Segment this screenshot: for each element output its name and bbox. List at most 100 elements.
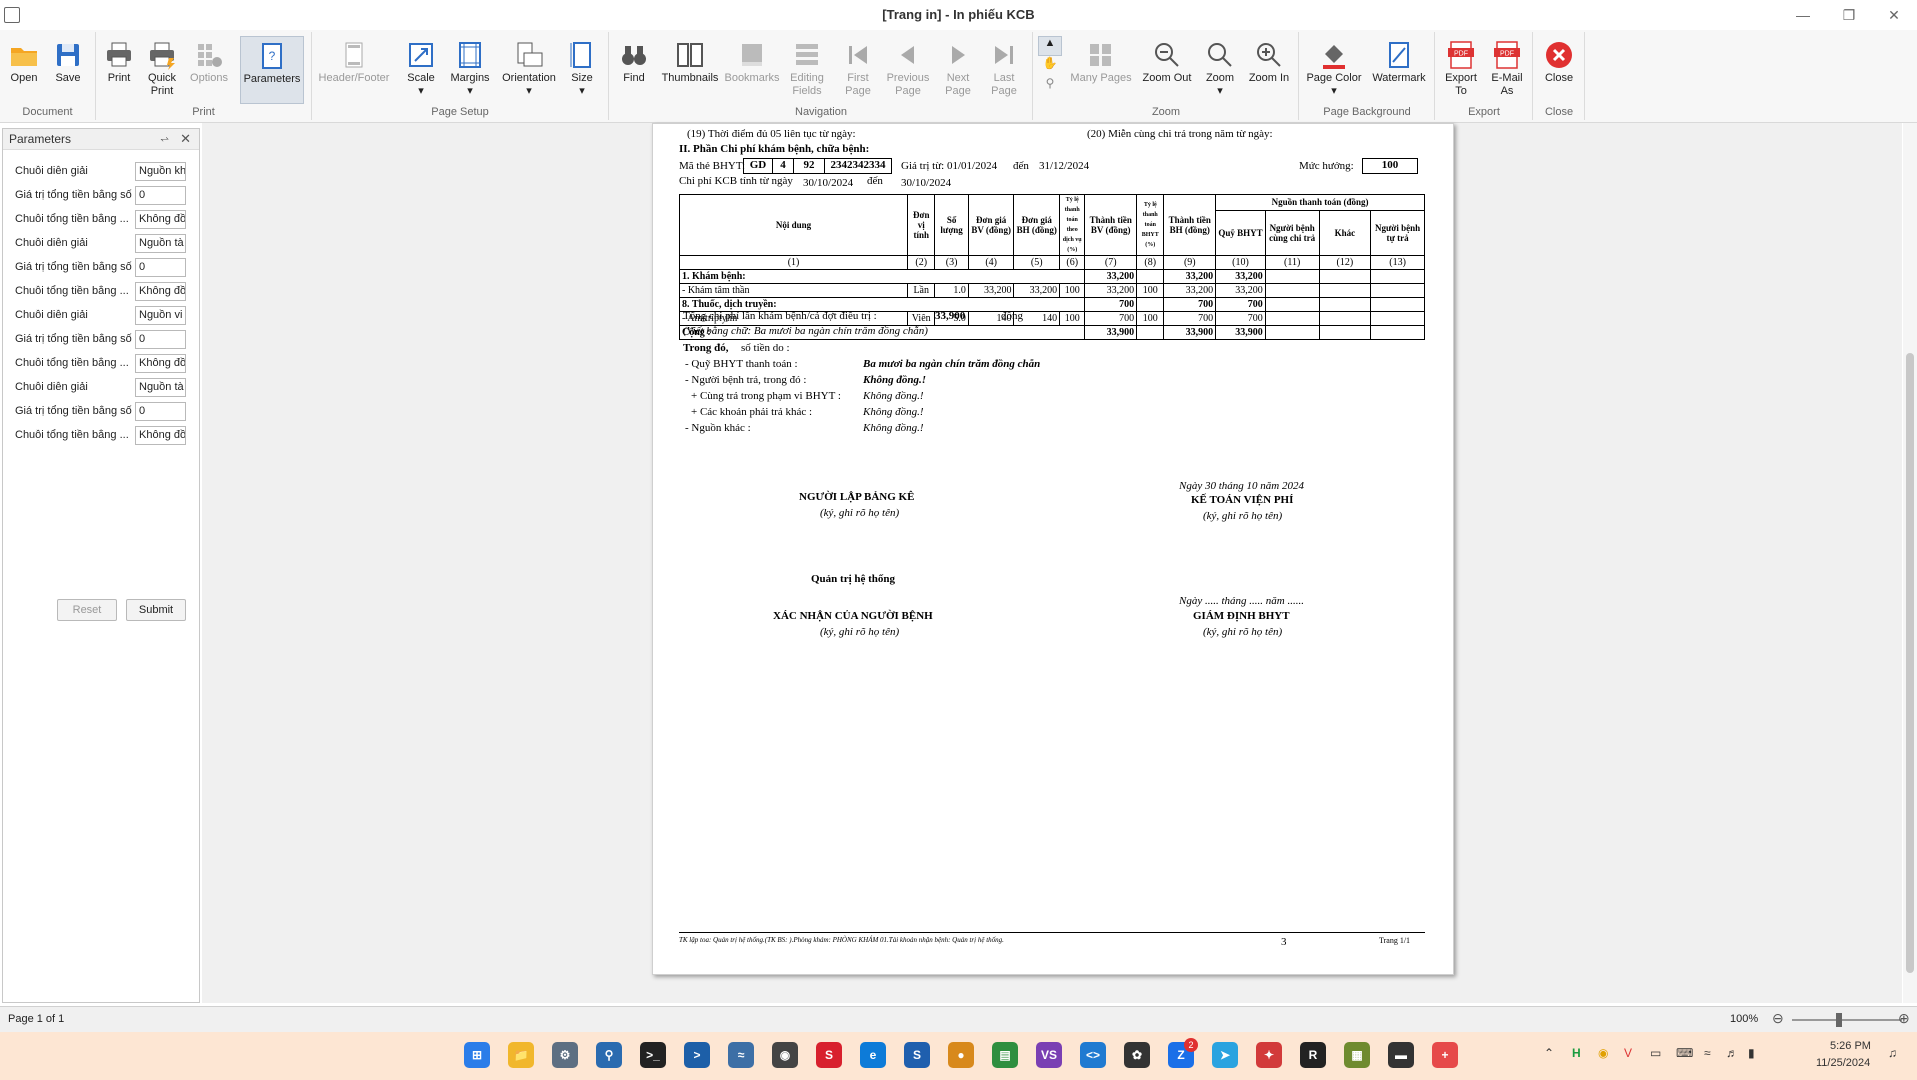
pointer-tool-icon[interactable]: ▲ xyxy=(1038,36,1062,56)
zoom-slider-thumb[interactable] xyxy=(1836,1013,1842,1027)
many-pages-button[interactable]: Many Pages xyxy=(1068,36,1134,102)
start-icon[interactable]: ⊞ xyxy=(464,1042,490,1068)
settings-icon[interactable]: ⚙ xyxy=(552,1042,578,1068)
email-as-button[interactable]: PDF E-Mail As xyxy=(1486,36,1528,102)
margins-icon xyxy=(459,42,481,68)
telegram-icon[interactable]: ➤ xyxy=(1212,1042,1238,1068)
parameter-input[interactable]: 0 xyxy=(135,330,186,349)
tray-keyboard-icon[interactable]: ⌨ xyxy=(1676,1046,1693,1060)
scale-button[interactable]: Scale ▾ xyxy=(400,36,442,102)
card-part: GD xyxy=(743,158,773,174)
notification-bell-icon[interactable]: ♫ xyxy=(1888,1046,1897,1060)
parameter-input[interactable]: 0 xyxy=(135,258,186,277)
clock-date[interactable]: 11/25/2024 xyxy=(1816,1057,1870,1069)
magnifier-tool-icon[interactable]: ⚲ xyxy=(1038,76,1062,96)
parameter-input[interactable]: 0 xyxy=(135,186,186,205)
export-to-button[interactable]: PDF Export To xyxy=(1440,36,1482,102)
parameter-input[interactable]: Không đồ xyxy=(135,282,186,301)
next-page-button[interactable]: Next Page xyxy=(936,36,980,102)
terminal-icon[interactable]: >_ xyxy=(640,1042,666,1068)
scrollbar-thumb[interactable] xyxy=(1906,353,1914,973)
tray-app-h-icon[interactable]: H xyxy=(1572,1046,1581,1060)
chevron-down-icon: ▾ xyxy=(1217,85,1223,97)
parameter-input[interactable]: Nguồn tà xyxy=(135,378,186,397)
search-app-icon[interactable]: ⚲ xyxy=(596,1042,622,1068)
parameter-input[interactable]: Không đồ xyxy=(135,210,186,229)
power-icon[interactable]: ▮ xyxy=(1748,1046,1755,1060)
parameter-input[interactable]: 0 xyxy=(135,402,186,421)
save-button[interactable]: Save xyxy=(48,36,88,102)
hand-tool-icon[interactable]: ✋ xyxy=(1038,56,1062,76)
last-page-button[interactable]: Last Page xyxy=(982,36,1026,102)
parameter-input[interactable]: Nguồn kh xyxy=(135,162,186,181)
size-button[interactable]: Size ▾ xyxy=(564,36,600,102)
watermark-icon xyxy=(1389,42,1409,68)
parameters-panel-header: Parameters ⥋ ✕ xyxy=(3,129,199,150)
app-red-icon[interactable]: ✦ xyxy=(1256,1042,1282,1068)
chatgpt-icon[interactable]: ✿ xyxy=(1124,1042,1150,1068)
bookmarks-button[interactable]: Bookmarks xyxy=(724,36,780,102)
tray-chrome-icon[interactable]: ◉ xyxy=(1598,1046,1608,1060)
volume-icon[interactable]: ♬ xyxy=(1726,1046,1738,1060)
ribbon-toolbar: Open Save Document Print Quick Print Opt… xyxy=(0,30,1917,123)
tray-battery-icon[interactable]: ▭ xyxy=(1650,1046,1661,1060)
margins-button[interactable]: Margins ▾ xyxy=(446,36,494,102)
accountant-hint: (ký, ghi rõ họ tên) xyxy=(1203,510,1283,522)
zoom-button[interactable]: Zoom ▾ xyxy=(1200,36,1240,102)
minimize-button[interactable]: — xyxy=(1780,0,1826,30)
pin-icon[interactable]: ⥋ xyxy=(160,129,169,149)
zoom-out-button[interactable]: Zoom Out xyxy=(1138,36,1196,102)
find-button[interactable]: Find xyxy=(614,36,654,102)
page-color-button[interactable]: Page Color ▾ xyxy=(1304,36,1364,102)
print-button[interactable]: Print xyxy=(100,36,138,102)
zoom-slider[interactable] xyxy=(1792,1019,1902,1021)
orientation-button[interactable]: Orientation ▾ xyxy=(498,36,560,102)
wifi-icon[interactable]: ≈ xyxy=(1704,1046,1711,1060)
close-window-button[interactable]: ✕ xyxy=(1871,0,1917,30)
open-button[interactable]: Open xyxy=(4,36,44,102)
hospital-app-icon[interactable]: + xyxy=(1432,1042,1458,1068)
first-page-button[interactable]: First Page xyxy=(836,36,880,102)
zoom-in-button[interactable]: Zoom In xyxy=(1244,36,1294,102)
parameter-input[interactable]: Nguồn vi xyxy=(135,306,186,325)
zoom-plus-icon[interactable]: ⊕ xyxy=(1898,1010,1910,1027)
powershell-icon[interactable]: > xyxy=(684,1042,710,1068)
tray-chevron-icon[interactable]: ⌃ xyxy=(1544,1046,1554,1060)
watermark-button[interactable]: Watermark xyxy=(1368,36,1430,102)
parameter-input[interactable]: Không đồ xyxy=(135,354,186,373)
options-button[interactable]: Options xyxy=(186,36,232,102)
reset-button[interactable]: Reset xyxy=(57,599,117,621)
file-explorer-icon[interactable]: 📁 xyxy=(508,1042,534,1068)
tray-app-v-icon[interactable]: V xyxy=(1624,1046,1632,1060)
submit-button[interactable]: Submit xyxy=(126,599,186,621)
tool-app-icon[interactable]: ◉ xyxy=(772,1042,798,1068)
thumbnails-button[interactable]: Thumbnails xyxy=(660,36,720,102)
pdf-email-icon: PDF xyxy=(1494,41,1520,69)
zoom-minus-icon[interactable]: ⊖ xyxy=(1772,1010,1784,1027)
previous-page-button[interactable]: Previous Page xyxy=(882,36,934,102)
edge-icon[interactable]: e xyxy=(860,1042,886,1068)
quick-print-button[interactable]: Quick Print xyxy=(142,36,182,102)
close-panel-icon[interactable]: ✕ xyxy=(180,129,191,149)
close-preview-button[interactable]: Close xyxy=(1538,36,1580,102)
clock-time[interactable]: 5:26 PM xyxy=(1830,1040,1871,1052)
vertical-scrollbar[interactable] xyxy=(1903,123,1917,1003)
console-app-icon[interactable]: ▬ xyxy=(1388,1042,1414,1068)
app-orb-icon[interactable]: ● xyxy=(948,1042,974,1068)
chart-app-icon[interactable]: ▤ xyxy=(992,1042,1018,1068)
parameter-input[interactable]: Nguồn tà xyxy=(135,234,186,253)
archive-app-icon[interactable]: ▦ xyxy=(1344,1042,1370,1068)
report-app-icon[interactable]: R xyxy=(1300,1042,1326,1068)
editing-fields-button[interactable]: Editing Fields xyxy=(782,36,832,102)
header-footer-button[interactable]: Header/Footer xyxy=(316,36,392,102)
parameters-button[interactable]: ? Parameters xyxy=(240,36,304,104)
visual-studio-icon[interactable]: VS xyxy=(1036,1042,1062,1068)
monitor-app-icon[interactable]: ≈ xyxy=(728,1042,754,1068)
parameter-input[interactable]: Không đồ xyxy=(135,426,186,445)
app-s-icon[interactable]: S xyxy=(816,1042,842,1068)
preparer-title: NGƯỜI LẬP BẢNG KÊ xyxy=(799,491,915,503)
restore-button[interactable]: ❐ xyxy=(1826,0,1872,30)
trong-do-label: Trong đó, xyxy=(683,342,729,354)
vscode-icon[interactable]: <> xyxy=(1080,1042,1106,1068)
file-s-icon[interactable]: S xyxy=(904,1042,930,1068)
